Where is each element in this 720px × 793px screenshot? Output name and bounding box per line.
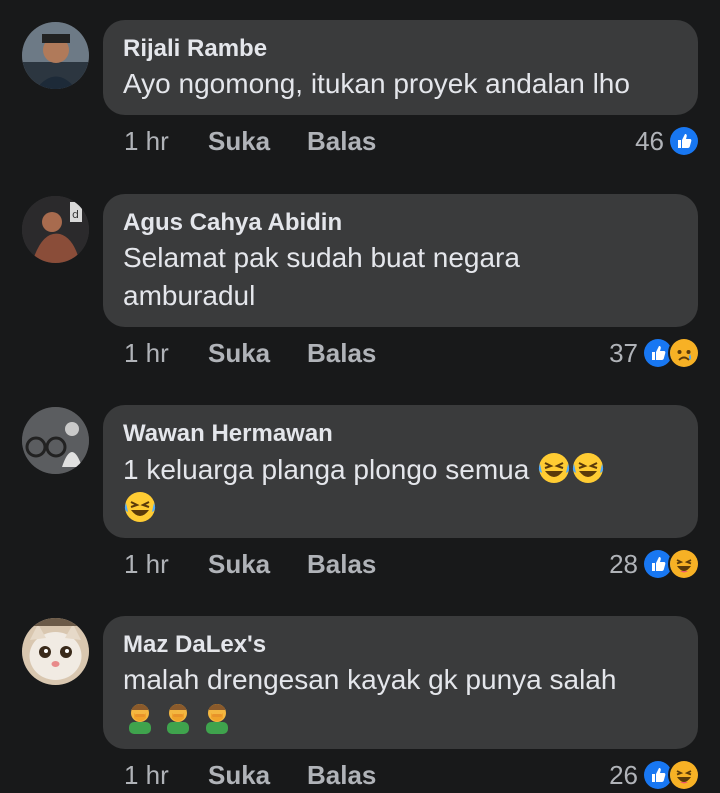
comment-timestamp[interactable]: 1 hr — [124, 758, 169, 792]
comment-text: malah drengesan kayak gk punya salah — [123, 664, 617, 695]
reaction-count: 46 — [635, 125, 664, 156]
facepalm-emoji — [123, 700, 157, 734]
comment-text-line: 1 keluarga planga plongo semua — [123, 454, 530, 485]
emoji-row — [123, 490, 678, 526]
comment-author[interactable]: Maz DaLex's — [123, 630, 678, 660]
reaction-summary[interactable]: 37 — [609, 336, 700, 370]
comment-bubble: Agus Cahya Abidin Selamat pak sudah buat… — [103, 194, 698, 327]
avatar[interactable]: d — [22, 196, 89, 263]
comment-timestamp[interactable]: 1 hr — [124, 547, 169, 581]
comment-text: 1 keluarga planga plongo semua — [123, 451, 678, 488]
haha-icon — [668, 548, 700, 580]
like-button[interactable]: Suka — [208, 547, 270, 581]
comment-text: amburadul — [123, 280, 256, 311]
avatar[interactable] — [22, 618, 89, 685]
svg-text:d: d — [72, 208, 79, 221]
comment-bubble: Maz DaLex's malah drengesan kayak gk pun… — [103, 616, 698, 749]
avatar[interactable] — [22, 407, 89, 474]
haha-icon — [668, 759, 700, 791]
comment-bubble: Rijali Rambe Ayo ngomong, itukan proyek … — [103, 20, 698, 115]
comment-author[interactable]: Wawan Hermawan — [123, 419, 678, 449]
like-button[interactable]: Suka — [208, 336, 270, 370]
reply-button[interactable]: Balas — [307, 124, 376, 158]
reaction-count: 28 — [609, 548, 638, 579]
rolling-laughing-emoji — [571, 451, 605, 485]
like-button[interactable]: Suka — [208, 758, 270, 792]
comment-author[interactable]: Agus Cahya Abidin — [123, 208, 678, 238]
like-icon — [668, 125, 700, 157]
comment-text: Ayo ngomong, itukan proyek andalan lho — [123, 68, 630, 99]
facepalm-emoji — [161, 700, 195, 734]
emoji-row — [123, 700, 678, 736]
reaction-summary[interactable]: 46 — [635, 124, 700, 158]
comment-text: Selamat pak sudah buat negara — [123, 242, 520, 273]
comment-bubble: Wawan Hermawan 1 keluarga planga plongo … — [103, 405, 698, 538]
reaction-count: 37 — [609, 337, 638, 368]
comment-timestamp[interactable]: 1 hr — [124, 124, 169, 158]
rolling-laughing-emoji — [123, 490, 157, 524]
rolling-laughing-emoji — [537, 451, 571, 485]
reply-button[interactable]: Balas — [307, 758, 376, 792]
reply-button[interactable]: Balas — [307, 547, 376, 581]
comment-timestamp[interactable]: 1 hr — [124, 336, 169, 370]
avatar[interactable] — [22, 22, 89, 89]
like-button[interactable]: Suka — [208, 124, 270, 158]
reply-button[interactable]: Balas — [307, 336, 376, 370]
sad-icon — [668, 337, 700, 369]
reaction-count: 26 — [609, 759, 638, 790]
reaction-summary[interactable]: 28 — [609, 547, 700, 581]
reaction-summary[interactable]: 26 — [609, 758, 700, 792]
comment-author[interactable]: Rijali Rambe — [123, 34, 678, 64]
facepalm-emoji — [200, 700, 234, 734]
